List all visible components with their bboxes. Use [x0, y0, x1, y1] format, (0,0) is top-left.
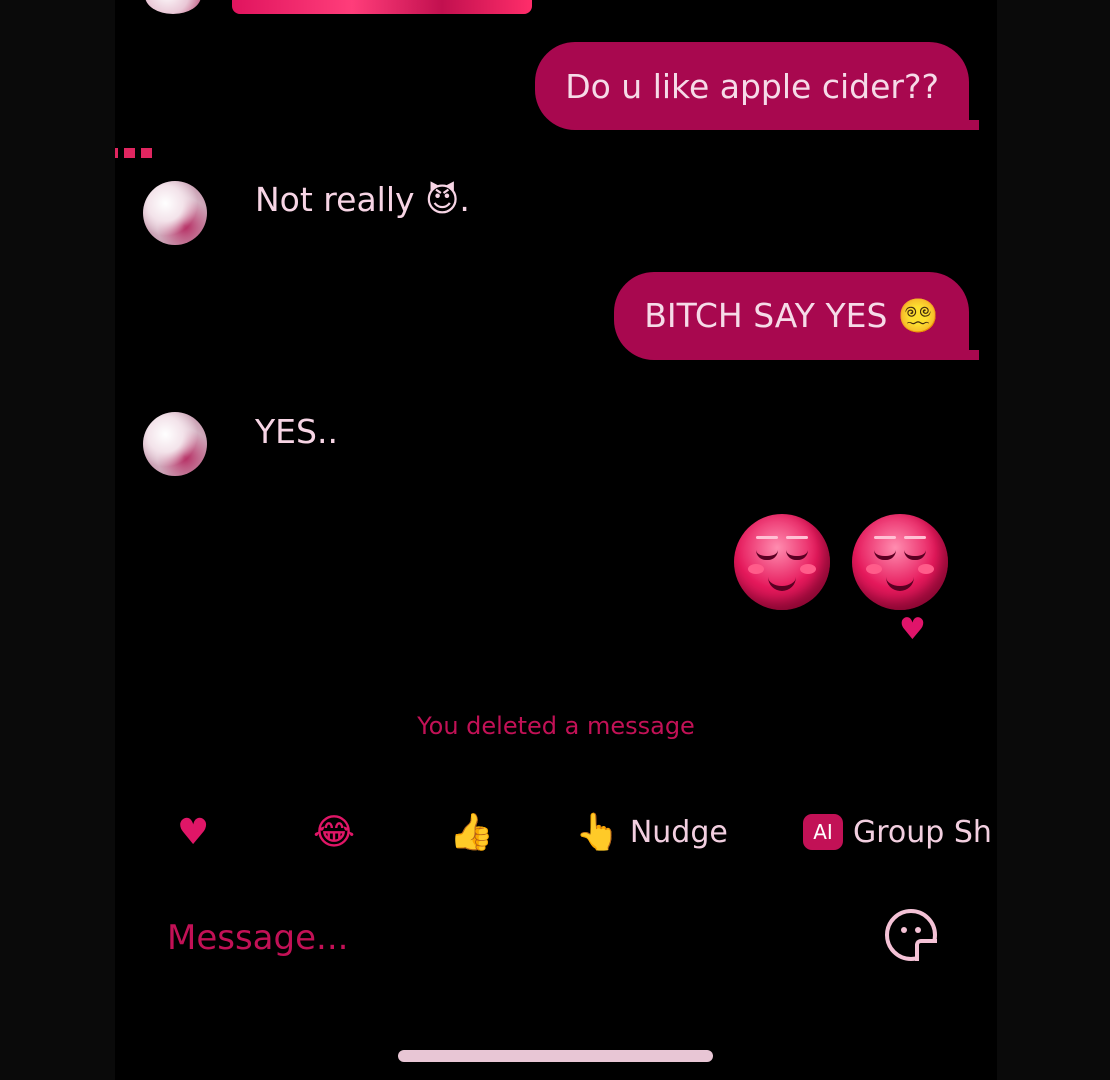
thumbs-up-quick-reply[interactable]: 👍 [449, 805, 494, 859]
chat-screen: Do u like apple cider?? Not really 😈. BI… [115, 0, 997, 1080]
blushing-face-icon[interactable] [734, 514, 830, 610]
heart-icon: ♥ [177, 811, 210, 853]
group-label: Group Sh [853, 814, 992, 850]
heart-quick-reply[interactable]: ♥ [177, 805, 209, 859]
message-composer [115, 905, 997, 969]
avatar[interactable] [143, 412, 207, 476]
message-input[interactable] [165, 913, 819, 963]
right-margin [997, 0, 1110, 1080]
pointing-hand-icon: 👆 [575, 812, 620, 853]
blushing-face-icon[interactable] [852, 514, 948, 610]
message-text: BITCH SAY YES 😵‍💫 [644, 296, 939, 335]
thumbs-up-icon: 👍 [449, 812, 494, 853]
avatar[interactable] [143, 181, 207, 245]
bubble-tail [959, 350, 979, 360]
media-message[interactable] [232, 0, 532, 14]
nudge-label: Nudge [629, 814, 728, 850]
nudge-button[interactable]: 👆 Nudge [575, 805, 728, 859]
laugh-quick-reply[interactable]: 😂 [313, 805, 355, 859]
avatar[interactable] [145, 0, 201, 14]
ai-badge-icon: AI [803, 814, 843, 850]
home-indicator[interactable] [398, 1050, 713, 1062]
quick-reaction-bar: ♥ 😂 👍 👆 Nudge AI Group Sh [115, 805, 997, 859]
deleted-message-notice: You deleted a message [417, 712, 695, 740]
sticker-icon[interactable] [885, 909, 937, 961]
outgoing-message[interactable]: Do u like apple cider?? [535, 42, 979, 130]
incoming-message[interactable]: Not really 😈. [255, 180, 470, 219]
bubble-tail [959, 120, 979, 130]
message-text: Do u like apple cider?? [565, 66, 939, 106]
group-shortcut-button[interactable]: AI Group Sh [803, 805, 992, 859]
laughing-face-icon: 😂 [313, 811, 356, 853]
incoming-message[interactable]: YES.. [255, 412, 338, 451]
left-margin [0, 0, 115, 1080]
typing-indicator [115, 148, 152, 158]
heart-reaction-icon[interactable]: ♥ [899, 612, 926, 647]
outgoing-message[interactable]: BITCH SAY YES 😵‍💫 [614, 272, 979, 360]
